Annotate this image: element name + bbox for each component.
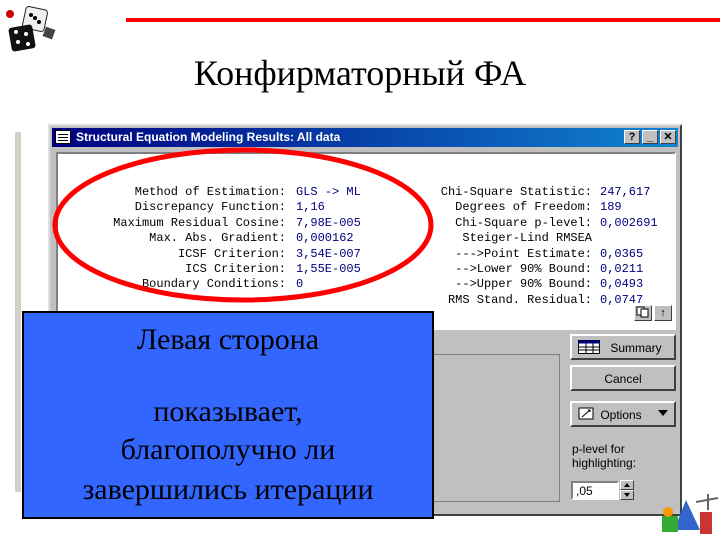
- cancel-label: Cancel: [604, 372, 642, 386]
- summary-label: Summary: [610, 341, 662, 355]
- result-label: -->Upper 90% Bound:: [455, 277, 592, 292]
- result-value: 189: [600, 200, 622, 215]
- plevel-label-line1: p-level for: [572, 442, 625, 456]
- result-value: 0,0365: [600, 246, 644, 261]
- chevron-down-icon: [658, 410, 668, 416]
- background-strip: [15, 132, 21, 492]
- right-labels-column: Chi-Square Statistic: Degrees of Freedom:…: [410, 185, 592, 308]
- close-button[interactable]: ✕: [660, 130, 676, 144]
- highlight-ellipse: [52, 147, 434, 303]
- callout-line1: Левая сторона: [136, 323, 320, 356]
- accent-line: [126, 18, 720, 22]
- geometry-shapes-icon: [662, 494, 719, 534]
- summary-table-icon: [578, 340, 600, 354]
- cancel-button[interactable]: Cancel: [570, 365, 676, 391]
- spin-up-button[interactable]: [620, 480, 634, 490]
- dice-icon: [6, 6, 56, 52]
- lower-panel: [432, 354, 560, 502]
- plevel-input[interactable]: ,05: [571, 481, 619, 500]
- result-value: 0,002691: [600, 215, 658, 230]
- result-value: 0,0493: [600, 277, 644, 292]
- window-title: Structural Equation Modeling Results: Al…: [76, 130, 341, 144]
- callout-line2: показывает,: [153, 395, 303, 428]
- result-label: --->Point Estimate:: [455, 246, 592, 261]
- callout-line3: благополучно ли: [120, 433, 336, 466]
- result-value: 0,0211: [600, 261, 644, 276]
- result-value: 247,617: [600, 185, 651, 199]
- plevel-label-line2: highlighting:: [572, 456, 637, 470]
- window-app-icon: [55, 130, 71, 144]
- right-values-column: 247,617 189 0,002691 0,0365 0,0211 0,0493 0,07…: [600, 185, 676, 308]
- minimize-button[interactable]: _: [642, 130, 658, 144]
- options-button[interactable]: Options: [570, 401, 676, 427]
- scroll-up-icon[interactable]: ↑: [654, 305, 672, 321]
- result-label: Chi-Square p-level:: [455, 215, 592, 230]
- result-label: -->Lower 90% Bound:: [455, 261, 592, 276]
- callout-box: Левая сторона показывает, благополучно л…: [22, 311, 434, 519]
- result-label: Chi-Square Statistic:: [440, 185, 592, 199]
- callout-line4: завершились итерации: [82, 473, 374, 506]
- slide-title: Конфирматорный ФА: [193, 53, 527, 93]
- result-label: Degrees of Freedom:: [455, 200, 592, 215]
- result-label: Steiger-Lind RMSEA: [462, 231, 592, 246]
- result-value: [600, 231, 676, 246]
- copy-icon[interactable]: [634, 305, 652, 321]
- spin-down-button[interactable]: [620, 490, 634, 500]
- help-button[interactable]: ?: [624, 130, 640, 144]
- result-label: RMS Stand. Residual:: [447, 292, 592, 307]
- summary-button[interactable]: Summary: [570, 334, 676, 360]
- plevel-label: p-level for highlighting:: [572, 442, 636, 470]
